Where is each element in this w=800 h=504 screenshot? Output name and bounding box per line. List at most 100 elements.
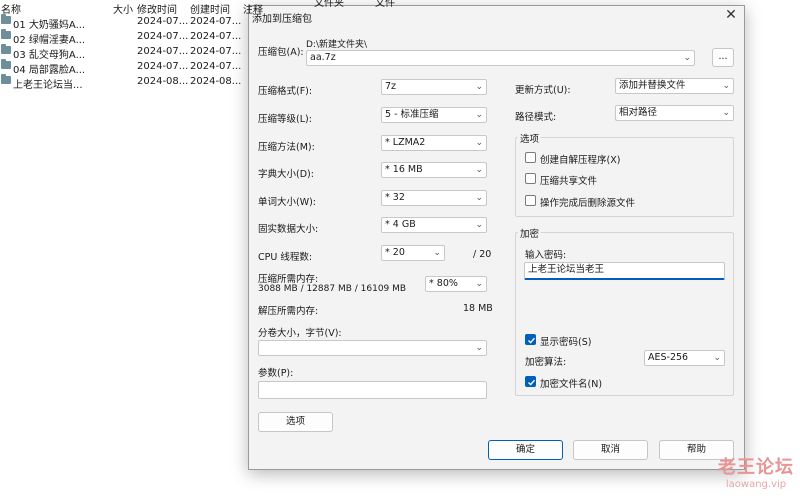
file-modified: 2024-08...: [137, 76, 189, 87]
path-mode-label: 路径模式:: [515, 112, 557, 123]
cancel-button[interactable]: 取消: [573, 440, 648, 460]
show-password-checkbox[interactable]: [525, 334, 536, 345]
word-value: * 32: [385, 192, 405, 203]
password-input[interactable]: 上老王论坛当老王: [524, 262, 725, 280]
sfx-label: 创建自解压程序(X): [540, 155, 621, 166]
split-label: 分卷大小，字节(V):: [258, 328, 342, 339]
memory-percent-value: * 80%: [429, 278, 458, 289]
split-combo[interactable]: ⌄: [258, 340, 487, 356]
list-item[interactable]: 02 绿帽淫妻A... 2024-07... 2024-07...: [0, 29, 250, 46]
shared-checkbox[interactable]: [525, 173, 536, 184]
dict-label: 字典大小(D):: [258, 169, 314, 180]
chevron-down-icon: ⌄: [475, 82, 483, 92]
checkmark-icon: [528, 379, 536, 386]
chevron-down-icon: ⌄: [722, 81, 730, 91]
delete-label: 操作完成后删除源文件: [540, 198, 636, 209]
level-value: 5 - 标准压缩: [385, 109, 439, 120]
password-label: 输入密码:: [525, 250, 567, 261]
file-modified: 2024-07...: [137, 46, 189, 57]
encrypt-names-label: 加密文件名(N): [540, 379, 603, 390]
file-created: 2024-07...: [190, 31, 242, 42]
options-button[interactable]: 选项: [258, 412, 333, 432]
solid-value: * 4 GB: [385, 219, 416, 230]
memory-label: 压缩所需内存:: [258, 274, 319, 285]
options-group-title: 选项: [518, 131, 542, 145]
cpu-select[interactable]: * 20 ⌄: [381, 245, 445, 261]
archive-name-value: aa.7z: [310, 52, 336, 63]
cpu-label: CPU 线程数:: [258, 252, 313, 263]
format-value: 7z: [385, 81, 397, 92]
params-label: 参数(P):: [258, 368, 294, 379]
column-files[interactable]: 文件: [375, 0, 395, 9]
method-value: * LZMA2: [385, 137, 426, 148]
folder-icon: [1, 14, 11, 24]
word-label: 单词大小(W):: [258, 197, 317, 208]
column-notes[interactable]: 注释: [243, 1, 263, 16]
cpu-max: / 20: [473, 249, 492, 260]
encryption-method-value: AES-256: [648, 352, 689, 363]
file-name: 02 绿帽淫妻A...: [13, 35, 86, 46]
delete-checkbox[interactable]: [525, 195, 536, 206]
encryption-method-select[interactable]: AES-256 ⌄: [644, 350, 725, 366]
list-item[interactable]: 03 乱交母狗A... 2024-07... 2024-07...: [0, 44, 250, 61]
list-item[interactable]: 上老王论坛当... 2024-08... 2024-08...: [0, 74, 250, 91]
file-modified: 2024-07...: [137, 31, 189, 42]
update-label: 更新方式(U):: [515, 85, 571, 96]
add-to-archive-dialog: 添加到压缩包 ✕ 压缩包(A): D:\新建文件夹\ aa.7z ⌄ ... 压…: [248, 5, 745, 470]
checkmark-icon: [528, 337, 536, 344]
folder-icon: [1, 59, 11, 69]
dict-value: * 16 MB: [385, 164, 423, 175]
cpu-value: * 20: [385, 247, 405, 258]
archive-name-combo[interactable]: aa.7z ⌄: [306, 50, 695, 66]
watermark-url: laowang.vip: [725, 479, 787, 490]
params-input[interactable]: [258, 381, 487, 399]
decompress-memory-value: 18 MB: [463, 303, 493, 314]
file-name: 03 乱交母狗A...: [13, 50, 86, 61]
folder-icon: [1, 74, 11, 84]
chevron-down-icon: ⌄: [475, 343, 483, 353]
chevron-down-icon: ⌄: [475, 220, 483, 230]
sfx-checkbox[interactable]: [525, 152, 536, 163]
file-name: 04 局部露脸A...: [13, 65, 86, 76]
browse-button[interactable]: ...: [712, 48, 734, 67]
memory-percent-select[interactable]: * 80% ⌄: [425, 276, 487, 292]
file-created: 2024-07...: [190, 61, 242, 72]
list-item[interactable]: 01 大奶骚妈A... 2024-07... 2024-07...: [0, 14, 250, 31]
encryption-group-title: 加密: [518, 226, 542, 240]
shared-label: 压缩共享文件: [540, 176, 598, 187]
column-size[interactable]: 大小: [113, 1, 133, 16]
column-modified[interactable]: 修改时间: [137, 1, 177, 16]
watermark: 老王论坛 laowang.vip: [718, 453, 794, 490]
chevron-down-icon: ⌄: [722, 108, 730, 118]
column-folders[interactable]: 文件夹: [314, 0, 344, 9]
archive-label: 压缩包(A):: [258, 47, 304, 58]
level-select[interactable]: 5 - 标准压缩 ⌄: [381, 107, 487, 123]
file-created: 2024-08...: [190, 76, 242, 87]
memory-value: 3088 MB / 12887 MB / 16109 MB: [258, 284, 407, 294]
list-item[interactable]: 04 局部露脸A... 2024-07... 2024-07...: [0, 59, 250, 76]
file-created: 2024-07...: [190, 46, 242, 57]
method-select[interactable]: * LZMA2 ⌄: [381, 135, 487, 151]
solid-select[interactable]: * 4 GB ⌄: [381, 217, 487, 233]
dict-select[interactable]: * 16 MB ⌄: [381, 162, 487, 178]
column-created[interactable]: 创建时间: [190, 1, 230, 16]
close-icon[interactable]: ✕: [723, 7, 739, 23]
chevron-down-icon: ⌄: [713, 353, 721, 363]
archive-path: D:\新建文件夹\: [306, 40, 368, 50]
encrypt-names-checkbox[interactable]: [525, 376, 536, 387]
solid-label: 固实数据大小:: [258, 224, 319, 235]
level-label: 压缩等级(L):: [258, 114, 312, 125]
update-select[interactable]: 添加并替换文件 ⌄: [615, 78, 734, 94]
format-select[interactable]: 7z ⌄: [381, 79, 487, 95]
ok-button[interactable]: 确定: [488, 440, 563, 460]
encryption-method-label: 加密算法:: [525, 357, 567, 368]
file-created: 2024-07...: [190, 16, 242, 27]
update-value: 添加并替换文件: [619, 80, 686, 91]
folder-icon: [1, 44, 11, 54]
chevron-down-icon[interactable]: ⌄: [683, 51, 691, 65]
word-select[interactable]: * 32 ⌄: [381, 190, 487, 206]
file-modified: 2024-07...: [137, 61, 189, 72]
path-mode-select[interactable]: 相对路径 ⌄: [615, 105, 734, 121]
chevron-down-icon: ⌄: [433, 248, 441, 258]
watermark-title: 老王论坛: [718, 457, 794, 478]
